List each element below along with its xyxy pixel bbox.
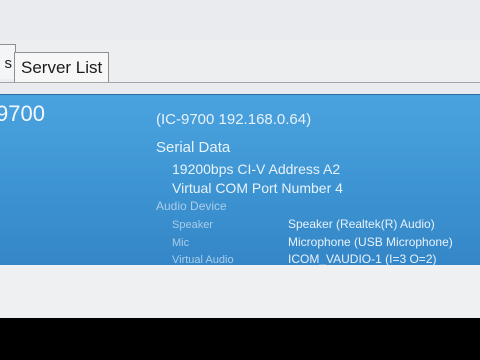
audio-virtual-value: ICOM_VAUDIO-1 (I=3 O=2) <box>288 252 437 266</box>
list-empty-area <box>0 265 480 318</box>
radio-connection: (IC-9700 192.168.0.64) <box>156 111 312 128</box>
audio-device-heading: Audio Device <box>156 199 227 213</box>
audio-speaker-value: Speaker (Realtek(R) Audio) <box>288 217 435 231</box>
serial-speed: 19200bps CI-V Address A2 <box>172 161 341 177</box>
tab-server-list-label: Server List <box>21 58 103 77</box>
audio-mic-value: Microphone (USB Microphone) <box>288 235 453 249</box>
audio-mic-label: Mic <box>172 237 190 249</box>
tab-divider <box>0 82 480 83</box>
radio-name: 9700 <box>0 101 45 126</box>
serial-port: Virtual COM Port Number 4 <box>172 180 343 196</box>
application-window: s Server List 9700 (IC-9700 192.168.0.64… <box>0 0 480 318</box>
tab-server-list[interactable]: Server List <box>14 52 110 83</box>
tab-strip: s Server List <box>0 40 480 84</box>
audio-speaker-label: Speaker <box>172 219 213 231</box>
radio-list-item-selected[interactable]: 9700 (IC-9700 192.168.0.64) Serial Data … <box>0 94 480 266</box>
serial-data-heading: Serial Data <box>156 139 231 156</box>
tab-previous-label: s <box>4 55 13 72</box>
